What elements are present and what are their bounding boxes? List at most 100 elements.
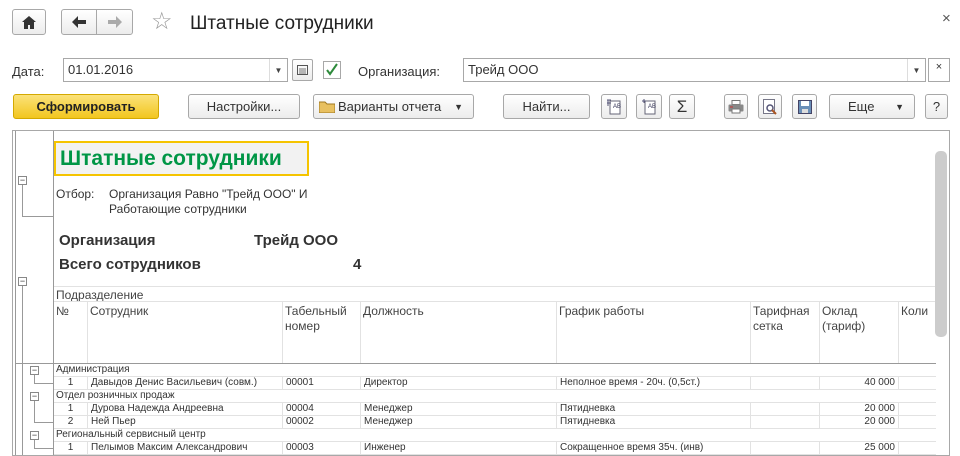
- date-value: 01.01.2016: [68, 62, 134, 77]
- table-cell: 1: [54, 442, 88, 455]
- group-row: Региональный сервисный центр: [54, 429, 936, 442]
- date-input[interactable]: 01.01.2016 ▼: [63, 58, 288, 82]
- column-header: Сотрудник: [88, 302, 283, 363]
- table-cell: Пелымов Максим Александрович: [88, 442, 283, 455]
- organization-label: Организация:: [358, 64, 441, 79]
- collapse-groups-button[interactable]: AB: [636, 94, 662, 119]
- table-cell: 00003: [283, 442, 361, 455]
- column-header: Оклад (тариф): [820, 302, 899, 363]
- total-employees-value: 4: [353, 256, 362, 273]
- table-cell: 20 000: [820, 403, 899, 416]
- collapse-toggle[interactable]: −: [30, 431, 39, 440]
- print-preview-icon: [763, 98, 777, 115]
- filter-condition: Организация Равно "Трейд ООО" И: [109, 187, 308, 201]
- generate-button[interactable]: Сформировать: [13, 94, 159, 119]
- table-cell: 1: [54, 377, 88, 390]
- svg-text:AB: AB: [648, 104, 656, 110]
- date-label: Дата:: [12, 64, 45, 79]
- document-tree-icon: AB: [607, 99, 621, 114]
- report-title: Штатные сотрудники: [60, 147, 282, 170]
- column-header: Должность: [361, 302, 557, 363]
- group-name: Администрация: [56, 364, 130, 375]
- collapse-toggle[interactable]: −: [18, 277, 27, 286]
- column-header: №: [54, 302, 88, 363]
- table-cell: Давыдов Денис Васильевич (совм.): [88, 377, 283, 390]
- expand-groups-button[interactable]: AB: [601, 94, 627, 119]
- dropdown-icon[interactable]: ▼: [269, 59, 287, 81]
- column-header: Тарифная сетка: [751, 302, 820, 363]
- table-cell: 1: [54, 403, 88, 416]
- table-row[interactable]: 2 Ней Пьер 00002 Менеджер Пятидневка 20 000: [54, 416, 936, 429]
- organization-input[interactable]: Трейд ООО ▼: [463, 58, 926, 82]
- collapse-toggle[interactable]: −: [30, 392, 39, 401]
- group-row: Отдел розничных продаж: [54, 390, 936, 403]
- organization-value: Трейд ООО: [468, 62, 539, 77]
- save-button[interactable]: [792, 94, 817, 119]
- more-label: Еще: [848, 99, 875, 114]
- report-variants-label: Варианты отчета: [338, 99, 442, 114]
- table-row[interactable]: 1 Давыдов Денис Васильевич (совм.) 00001 Ди…: [54, 377, 936, 390]
- collapse-toggle[interactable]: −: [18, 176, 27, 185]
- table-cell: [751, 442, 820, 455]
- close-button[interactable]: ×: [942, 10, 951, 27]
- filter-label: Отбор:: [56, 187, 95, 201]
- total-employees-caption: Всего сотрудников: [59, 256, 201, 273]
- home-button[interactable]: [12, 9, 46, 35]
- filter-condition-2: Работающие сотрудники: [109, 202, 247, 216]
- dropdown-icon: ▼: [895, 101, 904, 112]
- report-document: − − Штатные сотрудники Отбор: Организаци…: [12, 130, 950, 456]
- arrow-left-icon: [72, 16, 86, 28]
- forward-button[interactable]: [96, 9, 133, 35]
- column-header: Табельный номер: [283, 302, 361, 363]
- calendar-icon: [297, 65, 308, 75]
- more-button[interactable]: Еще ▼: [829, 94, 915, 119]
- table-cell: Ней Пьер: [88, 416, 283, 429]
- document-tree-icon: AB: [642, 98, 656, 114]
- sigma-icon: Σ: [676, 96, 688, 116]
- scrollbar-thumb[interactable]: [935, 151, 947, 337]
- table-cell: Неполное время - 20ч. (0,5ст.): [557, 377, 751, 390]
- find-button[interactable]: Найти...: [503, 94, 590, 119]
- dropdown-icon[interactable]: ▼: [907, 59, 925, 81]
- help-button[interactable]: ?: [925, 94, 948, 119]
- preview-button[interactable]: [758, 94, 782, 119]
- window-title: Штатные сотрудники: [190, 13, 374, 34]
- calendar-button[interactable]: [292, 59, 313, 81]
- clear-button[interactable]: ×: [928, 58, 950, 82]
- floppy-disk-icon: [797, 99, 812, 114]
- table-cell: Дурова Надежда Андреевна: [88, 403, 283, 416]
- organization-checkbox[interactable]: [323, 61, 341, 79]
- report-variants-button[interactable]: Варианты отчета ▼: [313, 94, 474, 119]
- column-header: Коли: [901, 304, 929, 318]
- group-name: Отдел розничных продаж: [56, 390, 175, 401]
- group-row: Администрация: [54, 364, 936, 377]
- table-cell: Менеджер: [361, 403, 557, 416]
- table-row[interactable]: 1 Дурова Надежда Андреевна 00004 Менеджер Пя…: [54, 403, 936, 416]
- table-cell: 2: [54, 416, 88, 429]
- table-row[interactable]: 1 Пелымов Максим Александрович 00003 Инжене…: [54, 442, 936, 455]
- sum-button[interactable]: Σ: [669, 94, 695, 119]
- organization-caption: Организация: [59, 232, 156, 249]
- settings-button[interactable]: Настройки...: [188, 94, 300, 119]
- back-button[interactable]: [61, 9, 97, 35]
- dropdown-icon: ▼: [454, 101, 463, 112]
- group-name: Региональный сервисный центр: [56, 429, 206, 440]
- table-cell: 40 000: [820, 377, 899, 390]
- table-cell: Директор: [361, 377, 557, 390]
- table-cell: [751, 416, 820, 429]
- table-cell: 00004: [283, 403, 361, 416]
- collapse-toggle[interactable]: −: [30, 366, 39, 375]
- svg-text:AB: AB: [613, 104, 621, 110]
- printer-icon: [728, 99, 744, 113]
- table-cell: Инженер: [361, 442, 557, 455]
- folder-icon: [319, 101, 335, 113]
- table-cell: 20 000: [820, 416, 899, 429]
- star-icon[interactable]: ☆: [151, 10, 173, 34]
- print-button[interactable]: [724, 94, 748, 119]
- table-cell: 00001: [283, 377, 361, 390]
- column-header: График работы: [557, 302, 751, 363]
- table-cell: Сокращенное время 35ч. (инв): [557, 442, 751, 455]
- table-cell: Менеджер: [361, 416, 557, 429]
- table-cell: [751, 377, 820, 390]
- table-cell: [751, 403, 820, 416]
